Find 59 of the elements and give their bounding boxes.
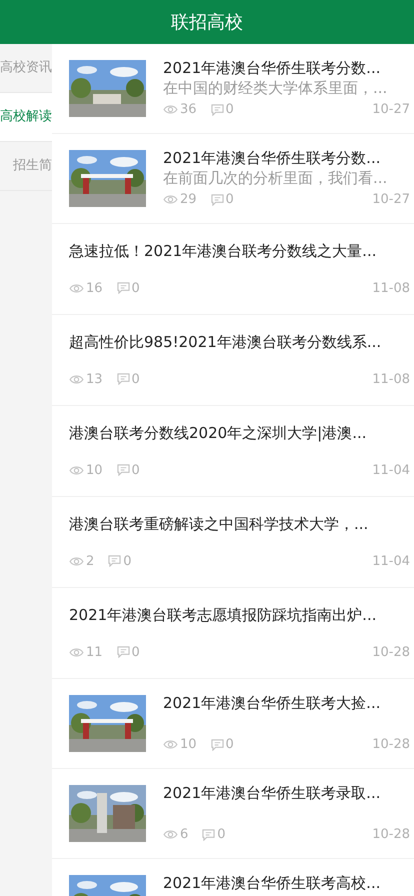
article-title: 2021年港澳台联考志愿填报防踩坑指南出炉... <box>69 605 378 626</box>
view-count: 16 <box>86 280 103 298</box>
eye-icon <box>69 464 84 476</box>
view-count: 10 <box>86 462 103 480</box>
comment-icon <box>202 828 216 841</box>
eye-icon <box>163 194 178 206</box>
article-date: 11-08 <box>372 280 410 298</box>
article-date: 10-28 <box>372 644 410 662</box>
view-count: 13 <box>86 370 103 388</box>
comment-icon <box>210 194 224 206</box>
article-title: 超高性价比985!2021年港澳台联考分数线系... <box>69 332 382 353</box>
article-title: 2021年港澳台华侨生联考高校... <box>163 872 382 892</box>
article-title: 2021年港澳台华侨生联考录取... <box>163 782 382 802</box>
article-date: 11-08 <box>372 370 410 388</box>
article-date: 11-04 <box>372 462 410 480</box>
eye-icon <box>69 556 84 567</box>
view-count: 11 <box>86 644 103 662</box>
comment-count: 0 <box>132 644 140 662</box>
comment-count: 0 <box>132 280 140 298</box>
comment-icon <box>116 373 130 386</box>
view-count: 36 <box>180 101 197 119</box>
article-date: 11-04 <box>372 552 410 570</box>
article-title: 2021年港澳台华侨生联考分数... <box>163 148 382 168</box>
eye-icon <box>163 104 178 116</box>
header-title: 联招高校 <box>171 10 243 34</box>
comment-icon <box>210 738 224 751</box>
article-title: 港澳台联考重磅解读之中国科学技术大学，... <box>69 514 370 535</box>
view-count: 2 <box>86 552 94 570</box>
comment-count: 0 <box>132 370 140 388</box>
eye-icon <box>69 646 84 658</box>
comment-count: 0 <box>217 826 226 844</box>
article-date: 10-27 <box>372 191 410 209</box>
article-summary: 在前面几次的分析里面，我们看... <box>163 168 388 188</box>
article-title: 2021年港澳台华侨生联考大捡... <box>163 692 382 712</box>
view-count: 10 <box>180 736 197 754</box>
article-date: 10-27 <box>372 101 410 119</box>
view-count: 6 <box>180 826 188 844</box>
article-summary: 在中国的财经类大学体系里面，... <box>163 78 388 98</box>
comment-count: 0 <box>226 101 234 119</box>
comment-icon <box>108 555 122 568</box>
article-title: 2021年港澳台华侨生联考分数... <box>163 58 382 78</box>
eye-icon <box>163 829 178 840</box>
eye-icon <box>69 374 84 385</box>
view-count: 29 <box>180 191 197 209</box>
article-title: 急速拉低！2021年港澳台联考分数线之大量... <box>69 241 378 262</box>
article-title: 港澳台联考分数线2020年之深圳大学|港澳... <box>69 423 368 444</box>
comment-count: 0 <box>132 462 140 480</box>
sidebar-item[interactable]: 高校解读 <box>0 93 52 142</box>
article-date: 10-28 <box>372 826 410 844</box>
comment-count: 0 <box>226 736 234 754</box>
comment-icon <box>116 646 130 658</box>
eye-icon <box>163 739 178 750</box>
comment-count: 0 <box>226 191 234 209</box>
comment-icon <box>210 104 224 116</box>
comment-count: 0 <box>123 552 132 570</box>
comment-icon <box>116 282 130 294</box>
comment-icon <box>116 464 130 476</box>
article-date: 10-28 <box>372 736 410 754</box>
eye-icon <box>69 282 84 294</box>
